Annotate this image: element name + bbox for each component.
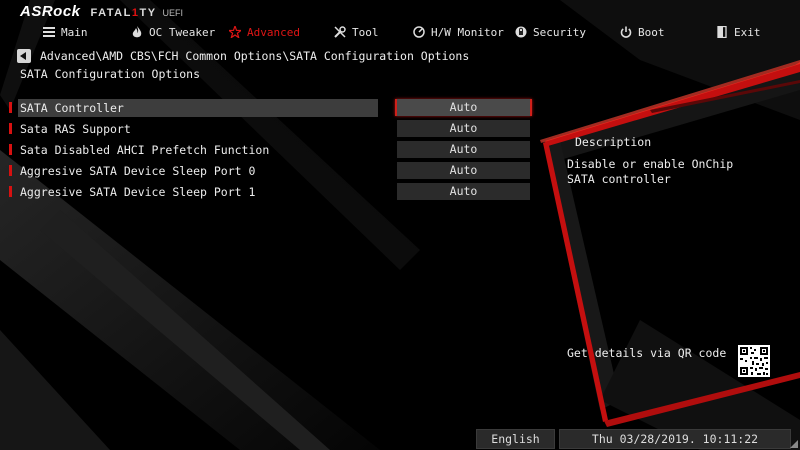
language-button[interactable]: English (476, 429, 555, 449)
tab-boot[interactable]: Boot (620, 22, 665, 42)
tab-boot-label: Boot (638, 25, 665, 39)
tab-exit[interactable]: Exit (716, 22, 761, 42)
setting-label: Aggresive SATA Device Sleep Port 1 (20, 185, 256, 199)
row-marker (9, 123, 12, 134)
setting-value-select[interactable]: Auto (397, 141, 530, 158)
setting-label: Sata Disabled AHCI Prefetch Function (20, 143, 270, 157)
setting-label: Sata RAS Support (20, 122, 131, 136)
power-icon (620, 26, 632, 38)
setting-row[interactable]: Aggresive SATA Device Sleep Port 0 Auto (0, 162, 540, 180)
row-marker (9, 165, 12, 176)
setting-row[interactable]: SATA Controller Auto (0, 99, 540, 117)
exit-icon (717, 26, 727, 38)
setting-value-select[interactable]: Auto (397, 162, 530, 179)
setting-row[interactable]: Sata RAS Support Auto (0, 120, 540, 138)
setting-row[interactable]: Aggresive SATA Device Sleep Port 1 Auto (0, 183, 540, 201)
setting-label: SATA Controller (20, 101, 124, 115)
row-marker (9, 144, 12, 155)
row-marker (9, 186, 12, 197)
qr-code-icon[interactable] (738, 345, 770, 377)
setting-value-select[interactable]: Auto (397, 120, 530, 137)
corner-resize-icon (790, 440, 798, 448)
datetime-display: Thu 03/28/2019. 10:11:22 (559, 429, 791, 449)
settings-list: SATA Controller Auto Sata RAS Support Au… (0, 0, 540, 450)
qr-caption: Get details via QR code (567, 346, 727, 360)
description-text: Disable or enable OnChip SATA controller (567, 157, 734, 186)
setting-value-select[interactable]: Auto (397, 183, 530, 200)
setting-row[interactable]: Sata Disabled AHCI Prefetch Function Aut… (0, 141, 540, 159)
setting-label: Aggresive SATA Device Sleep Port 0 (20, 164, 256, 178)
setting-value-select[interactable]: Auto (395, 99, 532, 116)
tab-exit-label: Exit (734, 25, 761, 39)
row-marker (9, 102, 12, 113)
description-title: Description (575, 135, 652, 149)
tab-security-label: Security (533, 25, 586, 39)
